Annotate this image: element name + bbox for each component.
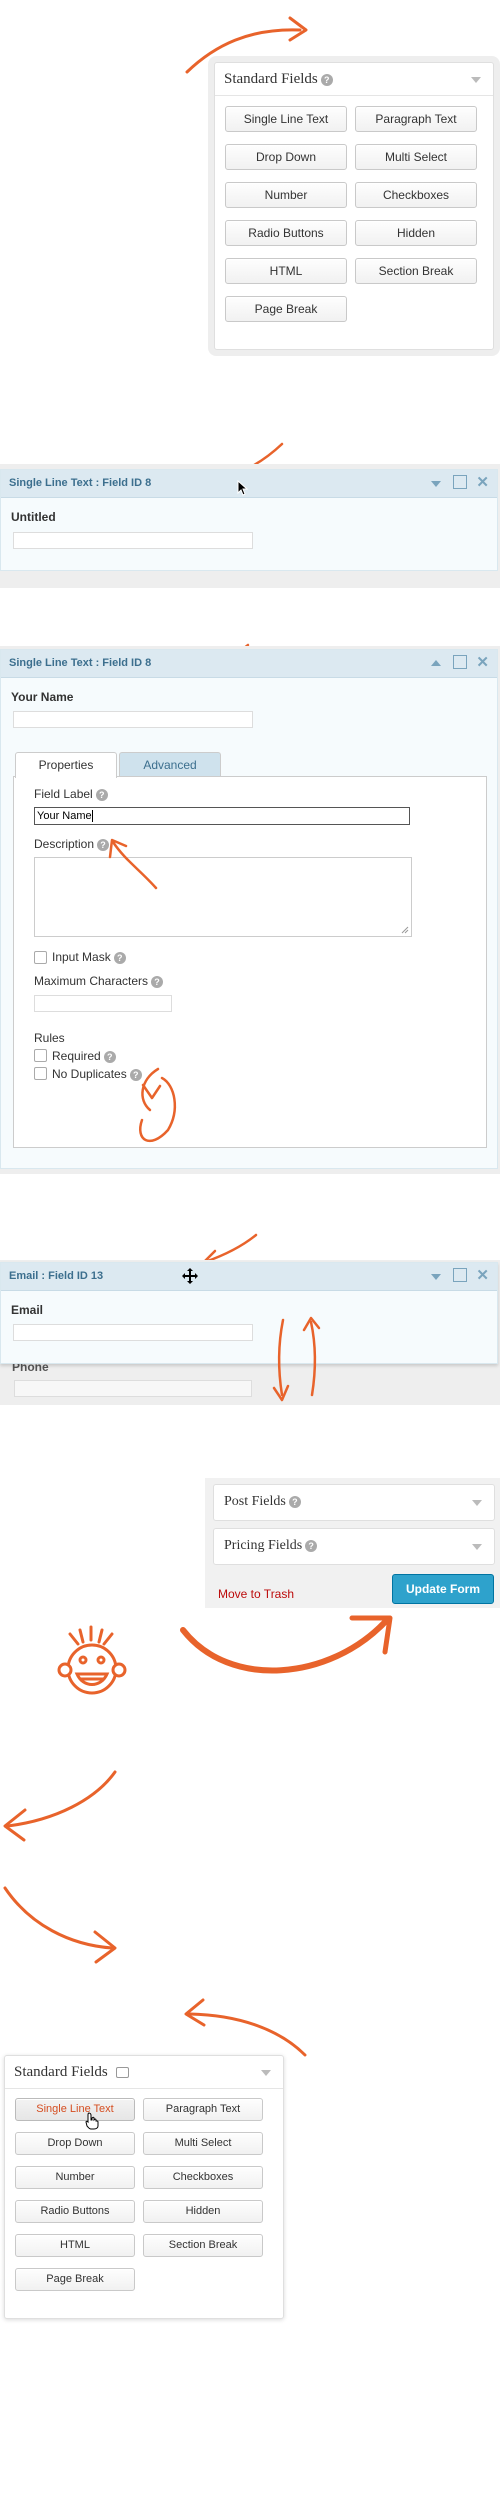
- chevron-down-icon[interactable]: [472, 1500, 482, 1506]
- pricing-fields-box[interactable]: Pricing Fields?: [213, 1528, 495, 1565]
- field-button-page-break[interactable]: Page Break: [15, 2268, 135, 2291]
- move-cursor-icon: [182, 1268, 198, 1284]
- field-button-single-line-text[interactable]: Single Line Text: [15, 2098, 135, 2121]
- field-button-number[interactable]: Number: [15, 2166, 135, 2189]
- hand-cursor-icon: [85, 2112, 99, 2130]
- standard-fields-box-hover: Standard Fields Single Line Text Paragrap…: [4, 2055, 284, 2319]
- tab-properties[interactable]: Properties: [15, 752, 117, 778]
- chevron-down-icon[interactable]: [472, 1544, 482, 1550]
- speech-bubble-icon[interactable]: [115, 2067, 129, 2079]
- field-button-html[interactable]: HTML: [15, 2234, 135, 2257]
- field-header[interactable]: Email : Field ID 13 ✕: [1, 1263, 497, 1291]
- close-icon[interactable]: ✕: [476, 1266, 489, 1284]
- field-button-paragraph-text[interactable]: Paragraph Text: [143, 2098, 263, 2121]
- duplicate-icon[interactable]: [453, 1268, 467, 1282]
- post-fields-box[interactable]: Post Fields?: [213, 1484, 495, 1521]
- field-button-hidden[interactable]: Hidden: [143, 2200, 263, 2223]
- field-button-multi-select[interactable]: Multi Select: [143, 2132, 263, 2155]
- field-button-section-break[interactable]: Section Break: [143, 2234, 263, 2257]
- field-title: Email : Field ID 13: [9, 1270, 104, 1282]
- help-icon[interactable]: ?: [305, 1539, 318, 1552]
- chevron-down-icon[interactable]: [431, 1274, 441, 1280]
- help-icon[interactable]: ?: [288, 1495, 301, 1508]
- field-button-drop-down[interactable]: Drop Down: [15, 2132, 135, 2155]
- field-button-radio-buttons[interactable]: Radio Buttons: [15, 2200, 135, 2223]
- box-title: Standard Fields: [14, 2064, 129, 2081]
- smiling-face-icon: [57, 1625, 127, 1695]
- arrow-decoration: [3, 1770, 117, 1964]
- arrow-decoration: [272, 1316, 321, 1402]
- chevron-down-icon[interactable]: [261, 2070, 271, 2076]
- field-button-checkboxes[interactable]: Checkboxes: [143, 2166, 263, 2189]
- arrow-decoration: [108, 838, 177, 1142]
